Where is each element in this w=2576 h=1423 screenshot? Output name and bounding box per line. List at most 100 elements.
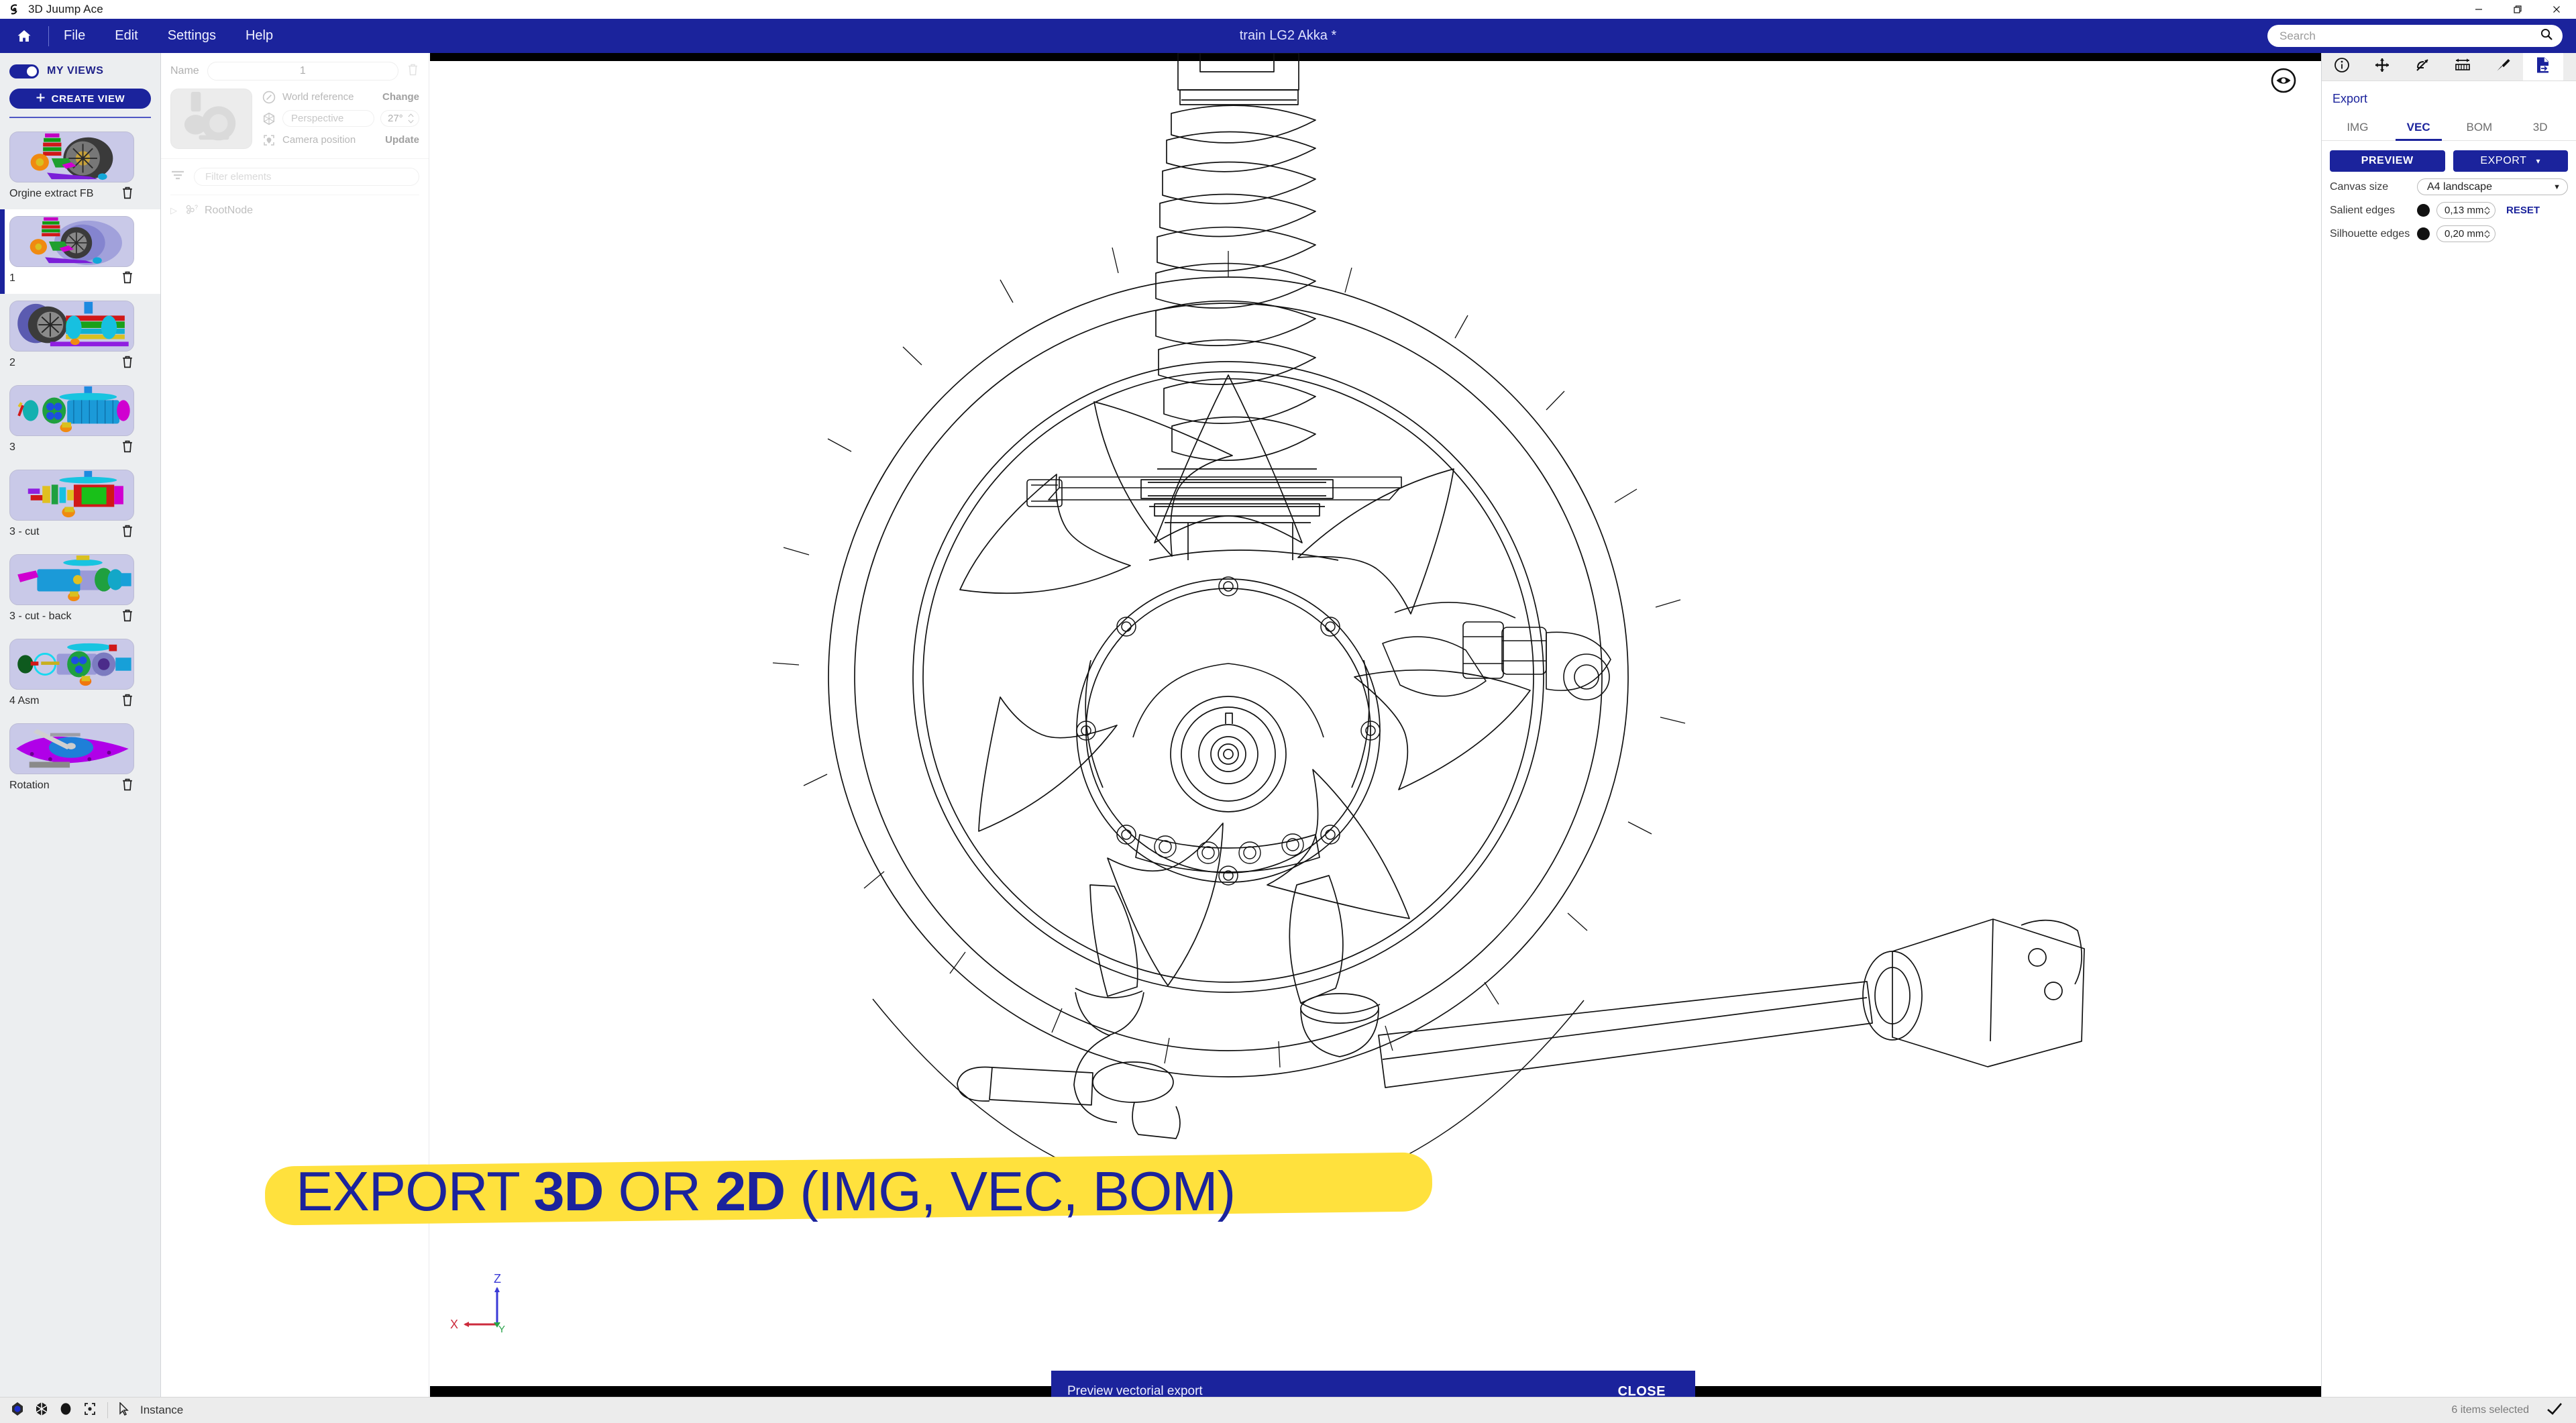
camera-position-row[interactable]: Camera position Update [262, 131, 419, 148]
chevron-right-icon[interactable]: ▷ [170, 205, 179, 216]
preview-button[interactable]: PREVIEW [2330, 150, 2445, 172]
view-list-item[interactable]: 3 - cut [0, 463, 160, 547]
silhouette-edges-color-swatch[interactable] [2417, 227, 2430, 240]
tab-paint[interactable] [2483, 53, 2523, 81]
menu-settings[interactable]: Settings [153, 19, 231, 53]
tab-bom[interactable]: BOM [2449, 117, 2510, 140]
projection-row[interactable]: Perspective 27° [262, 110, 419, 127]
annotation-bold-2d: 2D [715, 1159, 786, 1222]
view-list-item[interactable]: Rotation [0, 717, 160, 801]
view-thumbnail[interactable] [9, 301, 134, 352]
camera-position-label: Camera position [282, 134, 356, 146]
tab-info[interactable] [2322, 53, 2362, 81]
annotation-text: EXPORT 3D OR 2D (IMG, VEC, BOM) [265, 1159, 1236, 1222]
pointer-icon[interactable] [119, 1401, 129, 1419]
reset-button[interactable]: RESET [2506, 205, 2540, 216]
view-thumbnail[interactable] [9, 639, 134, 690]
create-view-button[interactable]: CREATE VIEW [9, 89, 151, 109]
name-input[interactable]: 1 [207, 62, 398, 81]
tab-export[interactable] [2523, 53, 2563, 81]
stepper-arrows-icon[interactable] [2484, 229, 2490, 238]
trash-icon[interactable] [121, 185, 134, 203]
trash-icon[interactable] [121, 354, 134, 372]
view-thumbnail[interactable] [9, 554, 134, 605]
tab-move[interactable] [2362, 53, 2402, 81]
cube-orient-icon[interactable] [35, 1402, 48, 1420]
tab-vec[interactable]: VEC [2388, 117, 2449, 141]
view-thumbnail[interactable] [9, 216, 134, 267]
export-file-icon [2535, 56, 2551, 77]
view-list-item[interactable]: Orgine extract FB [0, 125, 160, 209]
view-item-label: 3 [9, 441, 15, 453]
tab-3d[interactable]: 3D [2510, 117, 2571, 140]
search-input[interactable] [2279, 29, 2540, 43]
svg-text:Z: Z [494, 1272, 501, 1285]
chevron-down-icon[interactable]: ▾ [2536, 156, 2540, 166]
view-item-row: 2 [9, 352, 134, 374]
projection-angle-stepper[interactable]: 27° [380, 110, 419, 127]
view-list-item[interactable]: 4 Asm [0, 632, 160, 717]
salient-edges-color-swatch[interactable] [2417, 204, 2430, 217]
canvas-size-select[interactable]: A4 landscape ▼ [2417, 178, 2568, 195]
annotation-part-2: OR [603, 1159, 716, 1222]
silhouette-edges-label: Silhouette edges [2330, 227, 2410, 240]
tab-img[interactable]: IMG [2327, 117, 2388, 140]
menu-edit[interactable]: Edit [100, 19, 152, 53]
search-icon[interactable] [2540, 28, 2553, 44]
view-thumbnail[interactable] [9, 385, 134, 436]
eye-icon[interactable] [2269, 66, 2298, 95]
trash-icon[interactable] [407, 62, 419, 80]
trash-icon[interactable] [121, 270, 134, 288]
check-icon[interactable] [2546, 1402, 2563, 1419]
status-divider [107, 1402, 108, 1418]
close-icon[interactable] [2537, 0, 2576, 19]
info-icon [2334, 57, 2350, 76]
view-list-item[interactable]: 3 - cut - back [0, 547, 160, 632]
salient-edges-width-value: 0,13 mm [2445, 205, 2484, 216]
fit-target-icon[interactable] [83, 1402, 97, 1420]
search-box[interactable] [2267, 25, 2563, 47]
name-label: Name [170, 65, 199, 76]
home-icon[interactable] [0, 19, 48, 53]
view-list-item[interactable]: 1 [0, 209, 160, 294]
silhouette-edges-width-stepper[interactable]: 0,20 mm [2436, 225, 2496, 242]
tool-tabs [2322, 53, 2576, 81]
tab-cut-section[interactable] [2402, 53, 2443, 81]
my-views-toggle-row[interactable]: MY VIEWS [9, 61, 151, 81]
menu-file[interactable]: File [49, 19, 100, 53]
view-thumbnail[interactable] [9, 723, 134, 774]
salient-edges-width-stepper[interactable]: 0,13 mm [2436, 202, 2496, 219]
view-item-row: 3 - cut [9, 521, 134, 543]
selection-count-label: 6 items selected [2451, 1404, 2529, 1416]
view-thumbnail[interactable] [9, 131, 134, 182]
camera-position-update-button[interactable]: Update [385, 134, 419, 146]
sphere-shade-icon[interactable] [59, 1402, 72, 1420]
stepper-arrows-icon[interactable] [2484, 206, 2490, 215]
canvas-size-value: A4 landscape [2427, 180, 2492, 193]
trash-icon[interactable] [121, 523, 134, 541]
trash-icon[interactable] [121, 608, 134, 626]
trash-icon[interactable] [121, 439, 134, 457]
salient-edges-label: Salient edges [2330, 204, 2395, 216]
world-reference-change-button[interactable]: Change [382, 91, 419, 103]
trash-icon[interactable] [121, 692, 134, 710]
minimize-icon[interactable] [2459, 0, 2498, 19]
menu-help[interactable]: Help [231, 19, 288, 53]
my-views-toggle[interactable] [9, 64, 39, 78]
gem-orient-icon[interactable] [11, 1402, 24, 1420]
tree-row[interactable]: ▷ ? RootNode [170, 203, 419, 219]
chevron-down-icon[interactable]: ▼ [2553, 183, 2561, 191]
filter-elements-input[interactable]: Filter elements [194, 168, 419, 186]
export-button[interactable]: EXPORT ▾ [2453, 150, 2568, 172]
trash-icon[interactable] [121, 777, 134, 795]
maximize-icon[interactable] [2498, 0, 2537, 19]
world-reference-row[interactable]: World reference Change [262, 89, 419, 105]
view-list-item[interactable]: 2 [0, 294, 160, 378]
projection-select[interactable]: Perspective [282, 110, 374, 127]
tab-measure[interactable] [2443, 53, 2483, 81]
filter-icon[interactable] [170, 169, 185, 185]
stepper-arrows-icon[interactable] [408, 113, 414, 123]
view-thumbnail[interactable] [9, 470, 134, 521]
view-list-item[interactable]: 3 [0, 378, 160, 463]
export-heading: Export [2332, 92, 2368, 105]
